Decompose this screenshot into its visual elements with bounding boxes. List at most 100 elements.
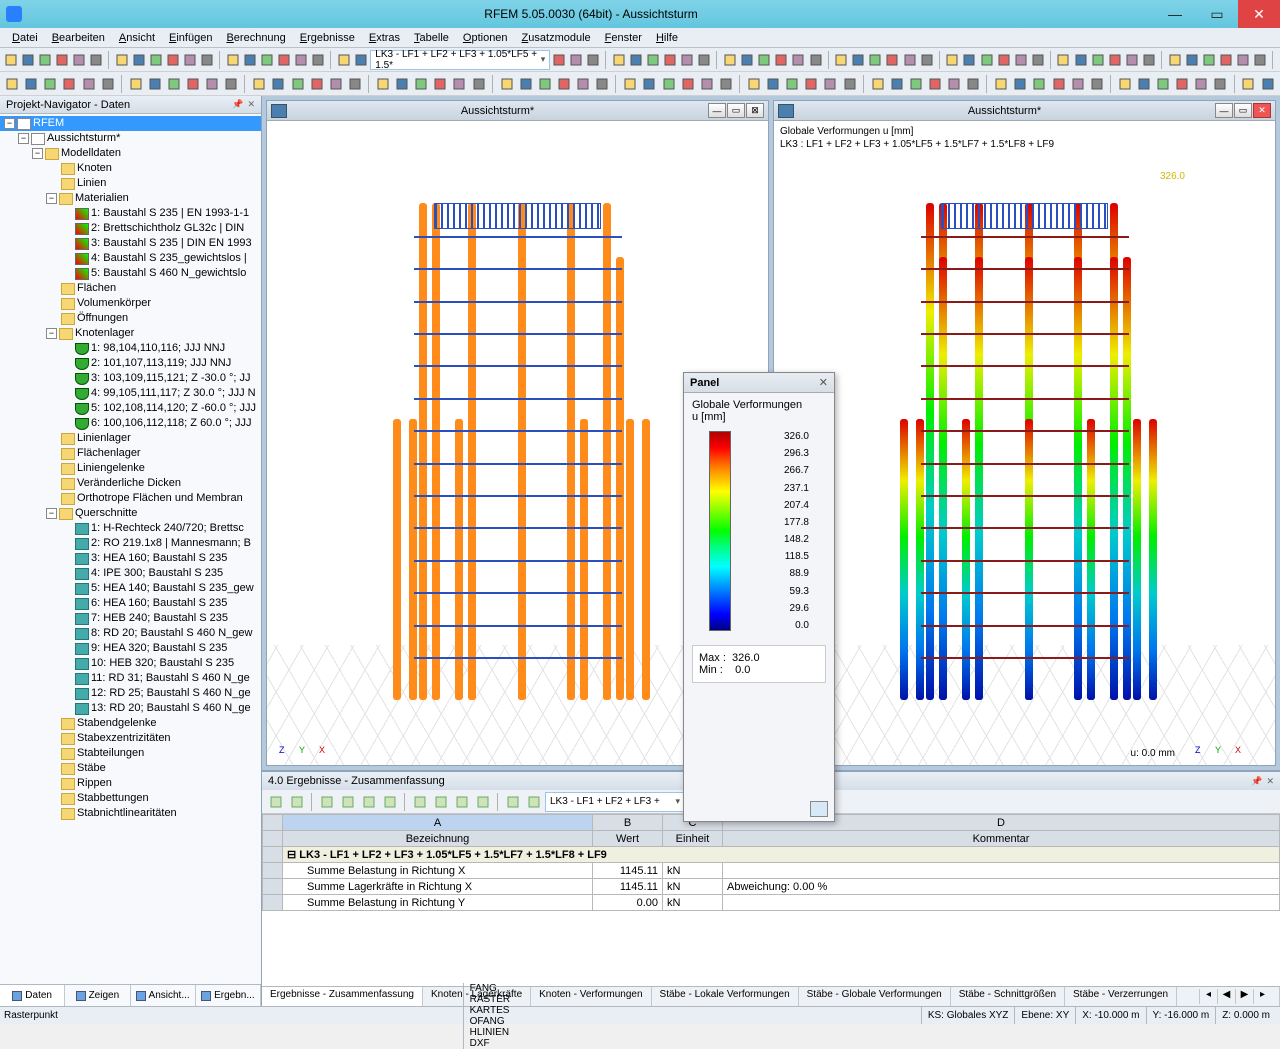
cell-value[interactable]: 0.00 xyxy=(593,895,663,911)
toolbar-button[interactable] xyxy=(127,74,145,94)
menu-datei[interactable]: Datei xyxy=(6,30,44,46)
vp-close-button[interactable]: ⊠ xyxy=(746,103,764,118)
vp-max-button[interactable]: ▭ xyxy=(727,103,745,118)
results-tool-button[interactable] xyxy=(266,792,286,812)
menu-ansicht[interactable]: Ansicht xyxy=(113,30,161,46)
toolbar-button[interactable] xyxy=(346,74,364,94)
toolbar-button[interactable] xyxy=(756,50,772,70)
status-toggle-dxf[interactable]: DXF xyxy=(463,1038,517,1049)
tree-node[interactable]: − Aussichtsturm* xyxy=(0,131,261,146)
toolbar-button[interactable] xyxy=(1259,74,1277,94)
toolbar-button[interactable] xyxy=(1073,50,1089,70)
results-tool-button[interactable] xyxy=(473,792,493,812)
menu-fenster[interactable]: Fenster xyxy=(599,30,648,46)
toolbar-button[interactable] xyxy=(327,74,345,94)
results-tool-button[interactable] xyxy=(431,792,451,812)
toolbar-button[interactable] xyxy=(717,74,735,94)
results-tool-button[interactable] xyxy=(410,792,430,812)
toolbar-button[interactable] xyxy=(517,74,535,94)
results-tool-button[interactable] xyxy=(317,792,337,812)
results-tab[interactable]: Stäbe - Lokale Verformungen xyxy=(652,987,799,1006)
minimize-button[interactable]: — xyxy=(1154,0,1196,28)
vp-min-button[interactable]: — xyxy=(1215,103,1233,118)
toolbar-button[interactable] xyxy=(1030,74,1048,94)
menu-bearbeiten[interactable]: Bearbeiten xyxy=(46,30,111,46)
results-tool-button[interactable] xyxy=(524,792,544,812)
toolbar-button[interactable] xyxy=(225,50,241,70)
toolbar-button[interactable] xyxy=(80,74,98,94)
toolbar-button[interactable] xyxy=(1211,74,1229,94)
cell-unit[interactable]: kN xyxy=(663,879,723,895)
tree-node[interactable]: 10: HEB 320; Baustahl S 235 xyxy=(0,656,261,671)
toolbar-button[interactable] xyxy=(450,74,468,94)
toolbar-button[interactable] xyxy=(739,50,755,70)
cell-desc[interactable]: Summe Belastung in Richtung Y xyxy=(283,895,593,911)
toolbar-button[interactable] xyxy=(1107,50,1123,70)
toolbar-button[interactable] xyxy=(640,74,658,94)
cell-unit[interactable]: kN xyxy=(663,863,723,879)
toolbar-button[interactable] xyxy=(992,74,1010,94)
viewport-results-canvas[interactable]: Globale Verformungen u [mm] LK3 : LF1 + … xyxy=(774,121,1275,765)
toolbar-button[interactable] xyxy=(1069,74,1087,94)
tree-node[interactable]: 2: Brettschichtholz GL32c | DIN xyxy=(0,221,261,236)
status-toggle-raster[interactable]: RASTER xyxy=(463,994,517,1005)
toolbar-button[interactable] xyxy=(293,50,309,70)
navigator-tab[interactable]: Zeigen xyxy=(65,985,130,1006)
toolbar-button[interactable] xyxy=(1218,50,1234,70)
close-button[interactable]: ✕ xyxy=(1238,0,1280,28)
toolbar-button[interactable] xyxy=(88,50,104,70)
loadcase-combo[interactable]: LK3 - LF1 + LF2 + LF3 + 1.05*LF5 + 1.5* xyxy=(370,50,550,70)
toolbar-button[interactable] xyxy=(470,74,488,94)
tree-node[interactable]: Knoten xyxy=(0,161,261,176)
toolbar-button[interactable] xyxy=(802,74,820,94)
results-tab[interactable]: Ergebnisse - Zusammenfassung xyxy=(262,987,423,1006)
col-a-letter[interactable]: A xyxy=(283,815,593,831)
tree-node[interactable]: 4: 99,105,111,117; Z 30.0 °; JJJ N xyxy=(0,386,261,401)
tree-node[interactable]: Öffnungen xyxy=(0,311,261,326)
toolbar-button[interactable] xyxy=(919,50,935,70)
toolbar-button[interactable] xyxy=(821,74,839,94)
toolbar-button[interactable] xyxy=(679,50,695,70)
toolbar-button[interactable] xyxy=(679,74,697,94)
tree-node[interactable]: Stäbe xyxy=(0,761,261,776)
results-tab[interactable]: Stäbe - Schnittgrößen xyxy=(951,987,1065,1006)
tree-node[interactable]: Flächenlager xyxy=(0,446,261,461)
cell-comment[interactable] xyxy=(723,895,1280,911)
tree-node[interactable]: 6: 100,106,112,118; Z 60.0 °; JJJ xyxy=(0,416,261,431)
tree-node[interactable]: − RFEM xyxy=(0,116,261,131)
tree-node[interactable]: 13: RD 20; Baustahl S 460 N_ge xyxy=(0,701,261,716)
menu-ergebnisse[interactable]: Ergebnisse xyxy=(294,30,361,46)
toolbar-button[interactable] xyxy=(165,50,181,70)
status-toggle-fang[interactable]: FANG xyxy=(463,983,517,994)
toolbar-button[interactable] xyxy=(593,74,611,94)
toolbar-button[interactable] xyxy=(308,74,326,94)
tree-node[interactable]: 1: 98,104,110,116; JJJ NNJ xyxy=(0,341,261,356)
toolbar-button[interactable] xyxy=(1173,74,1191,94)
toolbar-button[interactable] xyxy=(336,50,352,70)
toolbar-button[interactable] xyxy=(41,74,59,94)
toolbar-button[interactable] xyxy=(907,74,925,94)
tree-node[interactable]: 5: Baustahl S 460 N_gewichtslo xyxy=(0,266,261,281)
toolbar-button[interactable] xyxy=(353,50,369,70)
toolbar-button[interactable] xyxy=(536,74,554,94)
toolbar-button[interactable] xyxy=(146,74,164,94)
cell-value[interactable]: 1145.11 xyxy=(593,879,663,895)
toolbar-button[interactable] xyxy=(1030,50,1046,70)
toolbar-button[interactable] xyxy=(3,50,19,70)
tree-node[interactable]: − Modelldaten xyxy=(0,146,261,161)
tree-node[interactable]: 11: RD 31; Baustahl S 460 N_ge xyxy=(0,671,261,686)
toolbar-button[interactable] xyxy=(783,74,801,94)
toolbar-button[interactable] xyxy=(1184,50,1200,70)
toolbar-button[interactable] xyxy=(645,50,661,70)
toolbar-button[interactable] xyxy=(114,50,130,70)
toolbar-button[interactable] xyxy=(3,74,21,94)
toolbar-button[interactable] xyxy=(222,74,240,94)
menu-tabelle[interactable]: Tabelle xyxy=(408,30,455,46)
toolbar-button[interactable] xyxy=(1116,74,1134,94)
cell-unit[interactable]: kN xyxy=(663,895,723,911)
tab-nav-button[interactable]: ◂ xyxy=(1199,989,1217,1004)
results-tool-button[interactable] xyxy=(359,792,379,812)
menu-zusatzmodule[interactable]: Zusatzmodule xyxy=(516,30,597,46)
tab-nav-button[interactable]: ▶ xyxy=(1235,989,1253,1004)
tree-node[interactable]: 3: Baustahl S 235 | DIN EN 1993 xyxy=(0,236,261,251)
